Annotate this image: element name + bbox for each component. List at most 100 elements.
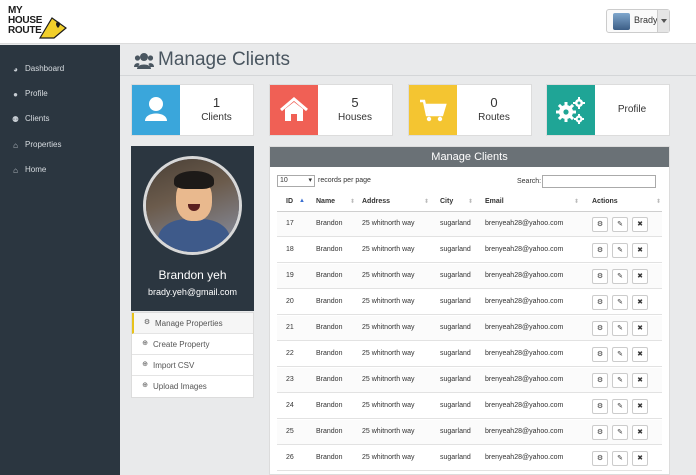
gear-action-button[interactable]: ⚙ xyxy=(592,425,608,440)
profile-email: brady.yeh@gmail.com xyxy=(147,287,237,297)
pencil-action-button[interactable]: ✎ xyxy=(612,321,628,336)
sort-icon[interactable]: ⬍ xyxy=(656,198,661,205)
close-icon: ✖ xyxy=(637,247,643,254)
close-icon: ✖ xyxy=(637,403,643,410)
gear-action-button[interactable]: ⚙ xyxy=(592,347,608,362)
close-action-button[interactable]: ✖ xyxy=(632,451,648,466)
cell-name: Brandon xyxy=(316,324,343,331)
pencil-action-button[interactable]: ✎ xyxy=(612,217,628,232)
sidebar-item-home[interactable]: ⌂ Home xyxy=(0,160,120,182)
pencil-action-button[interactable]: ✎ xyxy=(612,425,628,440)
app-logo[interactable]: MY HOUSE ROUTE xyxy=(8,6,68,40)
cell-city: sugarland xyxy=(440,324,471,331)
table-row: 24 Brandon 25 whitnorth way sugarland brenye… xyxy=(277,394,662,419)
pencil-action-button[interactable]: ✎ xyxy=(612,399,628,414)
close-action-button[interactable]: ✖ xyxy=(632,217,648,232)
sidebar-item-properties[interactable]: ⌂ Properties xyxy=(0,135,120,157)
sidebar-item-clients[interactable]: ⚉ Clients xyxy=(0,109,120,131)
stat-card-routes[interactable]: 0 Routes xyxy=(408,84,532,136)
gear-action-button[interactable]: ⚙ xyxy=(592,321,608,336)
cell-email: brenyeah28@yahoo.com xyxy=(485,324,564,331)
sort-icon[interactable]: ⬍ xyxy=(574,198,579,205)
cell-name: Brandon xyxy=(316,298,343,305)
plus-circle-icon: ⊕ xyxy=(142,361,148,368)
cell-email: brenyeah28@yahoo.com xyxy=(485,428,564,435)
gear-action-button[interactable]: ⚙ xyxy=(592,399,608,414)
close-action-button[interactable]: ✖ xyxy=(632,347,648,362)
cell-address: 25 whitnorth way xyxy=(362,402,415,409)
gear-icon: ⚙ xyxy=(596,273,604,280)
cell-name: Brandon xyxy=(316,220,343,227)
sort-icon[interactable]: ⬍ xyxy=(350,198,355,205)
cell-email: brenyeah28@yahoo.com xyxy=(485,454,564,461)
pencil-icon: ✎ xyxy=(617,247,623,254)
sidebar-item-label: Profile xyxy=(25,89,48,98)
cell-email: brenyeah28@yahoo.com xyxy=(485,246,564,253)
cell-id: 21 xyxy=(286,324,294,331)
menu-item-upload-images[interactable]: ⊕ Upload Images xyxy=(132,376,253,397)
close-action-button[interactable]: ✖ xyxy=(632,321,648,336)
user-menu-button[interactable]: Brady xyxy=(606,9,670,33)
gear-icon: ⚙ xyxy=(596,247,604,254)
home-icon: ⌂ xyxy=(13,141,18,150)
pencil-action-button[interactable]: ✎ xyxy=(612,451,628,466)
stat-icon-box xyxy=(409,85,457,135)
column-header-address[interactable]: Address xyxy=(362,198,390,205)
menu-item-import-csv[interactable]: ⊕ Import CSV xyxy=(132,355,253,376)
sort-icon[interactable]: ⬍ xyxy=(468,198,473,205)
column-header-city[interactable]: City xyxy=(440,198,453,205)
column-header-name[interactable]: Name xyxy=(316,198,335,205)
pencil-action-button[interactable]: ✎ xyxy=(612,347,628,362)
cell-city: sugarland xyxy=(440,402,471,409)
chevron-down-icon[interactable] xyxy=(657,10,669,32)
sort-asc-icon[interactable]: ▲ xyxy=(299,198,305,204)
pencil-icon: ✎ xyxy=(617,429,623,436)
gear-action-button[interactable]: ⚙ xyxy=(592,295,608,310)
cell-city: sugarland xyxy=(440,454,471,461)
cell-email: brenyeah28@yahoo.com xyxy=(485,350,564,357)
close-icon: ✖ xyxy=(637,221,643,228)
sidebar-item-profile[interactable]: ● Profile xyxy=(0,84,120,106)
gear-action-button[interactable]: ⚙ xyxy=(592,217,608,232)
pencil-action-button[interactable]: ✎ xyxy=(612,295,628,310)
stat-card-profile[interactable]: Profile xyxy=(546,84,670,136)
close-action-button[interactable]: ✖ xyxy=(632,295,648,310)
close-action-button[interactable]: ✖ xyxy=(632,373,648,388)
close-action-button[interactable]: ✖ xyxy=(632,269,648,284)
close-action-button[interactable]: ✖ xyxy=(632,399,648,414)
gear-action-button[interactable]: ⚙ xyxy=(592,269,608,284)
pencil-icon: ✎ xyxy=(617,351,623,358)
sidebar-item-dashboard[interactable]: ◕ Dashboard xyxy=(0,59,120,81)
sort-icon[interactable]: ⬍ xyxy=(424,198,429,205)
cell-name: Brandon xyxy=(316,272,343,279)
cell-address: 25 whitnorth way xyxy=(362,272,415,279)
pencil-action-button[interactable]: ✎ xyxy=(612,269,628,284)
manage-clients-panel: Manage Clients 10 records per page Searc… xyxy=(269,146,670,475)
menu-item-create-property[interactable]: ⊕ Create Property xyxy=(132,334,253,355)
column-header-id[interactable]: ID xyxy=(286,198,293,205)
plus-circle-icon: ⊕ xyxy=(142,382,148,389)
close-action-button[interactable]: ✖ xyxy=(632,243,648,258)
cell-city: sugarland xyxy=(440,376,471,383)
stat-card-houses[interactable]: 5 Houses xyxy=(269,84,393,136)
gear-icon: ⚙ xyxy=(596,299,604,306)
pencil-action-button[interactable]: ✎ xyxy=(612,373,628,388)
gear-action-button[interactable]: ⚙ xyxy=(592,243,608,258)
search-input[interactable] xyxy=(542,175,656,188)
menu-item-label: Import CSV xyxy=(153,361,195,370)
pencil-action-button[interactable]: ✎ xyxy=(612,243,628,258)
column-header-email[interactable]: Email xyxy=(485,198,504,205)
gears-icon xyxy=(556,97,585,124)
table-row: 19 Brandon 25 whitnorth way sugarland brenye… xyxy=(277,264,662,289)
close-action-button[interactable]: ✖ xyxy=(632,425,648,440)
cell-id: 25 xyxy=(286,428,294,435)
stat-card-clients[interactable]: 1 Clients xyxy=(131,84,254,136)
stat-icon-box xyxy=(547,85,595,135)
settings-icon: ⚙ xyxy=(143,319,151,326)
records-per-page-select[interactable]: 10 xyxy=(277,175,315,187)
gear-action-button[interactable]: ⚙ xyxy=(592,451,608,466)
menu-item-manage-properties[interactable]: ⚙ Manage Properties xyxy=(132,313,253,334)
gear-action-button[interactable]: ⚙ xyxy=(592,373,608,388)
cell-id: 18 xyxy=(286,246,294,253)
pencil-icon: ✎ xyxy=(617,273,623,280)
